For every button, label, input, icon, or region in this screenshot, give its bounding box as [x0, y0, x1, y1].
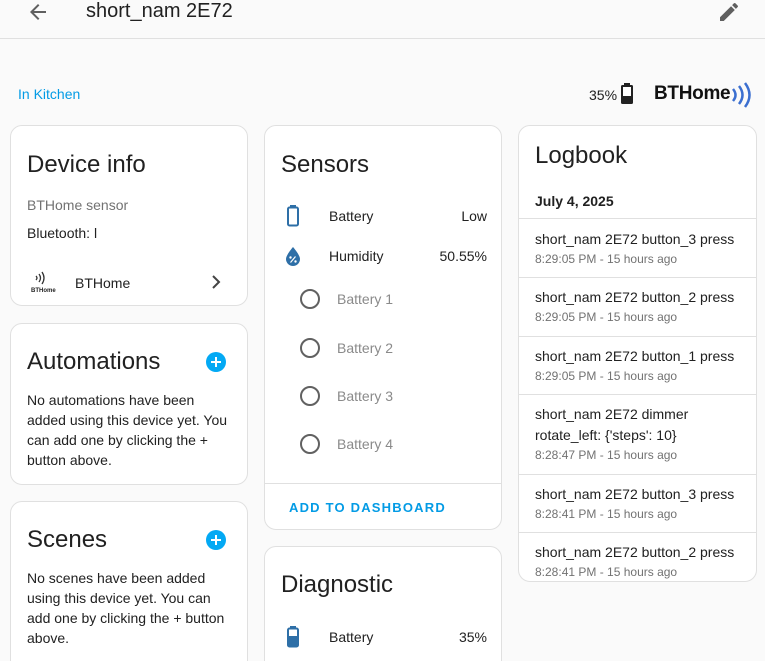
page-title: short_nam 2E72 — [86, 0, 233, 22]
log-entry[interactable]: short_nam 2E72 button_2 press 8:29:05 PM… — [519, 277, 756, 336]
card-title: Sensors — [281, 151, 370, 178]
sensor-row-battery[interactable]: Battery Low — [265, 202, 501, 230]
diagnostic-row-battery[interactable]: Battery 35% — [265, 623, 501, 651]
option-label: Battery 4 — [337, 436, 394, 452]
logbook-date: July 4, 2025 — [535, 193, 614, 209]
log-entry[interactable]: short_nam 2E72 button_2 press 8:28:41 PM… — [519, 532, 756, 581]
battery-option-3[interactable]: Battery 3 — [265, 383, 501, 409]
sensor-value: Low — [461, 208, 487, 224]
device-connection: Bluetooth: l — [27, 225, 98, 241]
brand-logo: BTHome — [654, 83, 731, 104]
battery-icon — [621, 83, 633, 104]
radio-button[interactable] — [300, 386, 320, 406]
svg-text:BTHome: BTHome — [31, 288, 56, 294]
back-button[interactable] — [26, 0, 50, 24]
logbook-card: Logbook July 4, 2025 short_nam 2E72 butt… — [518, 125, 757, 582]
log-entry[interactable]: short_nam 2E72 button_3 press 8:28:41 PM… — [519, 474, 756, 532]
log-time: 8:29:05 PM - 15 hours ago — [535, 252, 678, 266]
log-entry[interactable]: short_nam 2E72 dimmer rotate_left: {'ste… — [519, 394, 756, 474]
option-label: Battery 2 — [337, 340, 394, 356]
log-message: short_nam 2E72 button_2 press — [535, 544, 735, 560]
log-time: 8:28:41 PM - 15 hours ago — [535, 565, 678, 579]
sensors-card: Sensors Battery Low Humidity 50.55% Batt… — [264, 125, 502, 530]
water-percent-icon — [286, 247, 300, 266]
edit-button[interactable] — [717, 0, 741, 24]
log-message: short_nam 2E72 button_1 press — [535, 348, 735, 364]
add-scene-button[interactable] — [206, 530, 226, 550]
battery-option-4[interactable]: Battery 4 — [265, 431, 501, 457]
radio-button[interactable] — [300, 434, 320, 454]
radio-button[interactable] — [300, 338, 320, 358]
bluetooth-waves-icon — [731, 82, 751, 108]
card-title: Diagnostic — [281, 571, 394, 598]
scenes-card: Scenes No scenes have been added using t… — [10, 501, 248, 661]
integration-row[interactable]: BTHome BTHome — [11, 261, 247, 303]
sensor-row-humidity[interactable]: Humidity 50.55% — [265, 242, 501, 270]
arrow-left-icon — [30, 4, 46, 20]
add-to-dashboard-button[interactable]: ADD TO DASHBOARD — [289, 500, 446, 515]
bthome-logo-icon: BTHome — [31, 271, 56, 294]
add-automation-button[interactable] — [206, 352, 226, 372]
sensor-value: 35% — [458, 629, 487, 645]
log-time: 8:28:41 PM - 15 hours ago — [535, 507, 678, 521]
card-title: Device info — [27, 151, 146, 178]
battery-percent: 35% — [589, 87, 618, 103]
sensor-label: Humidity — [329, 248, 384, 264]
sensor-label: Battery — [329, 208, 374, 224]
automations-card: Automations No automations have been add… — [10, 323, 248, 485]
battery-outline-icon — [287, 205, 299, 227]
log-message: short_nam 2E72 button_3 press — [535, 486, 735, 502]
card-title: Logbook — [535, 142, 628, 169]
diagnostic-card: Diagnostic Battery 35% — [264, 546, 502, 661]
card-title: Scenes — [27, 526, 108, 553]
area-link[interactable]: In Kitchen — [18, 86, 80, 102]
log-entry[interactable]: short_nam 2E72 button_3 press 8:29:05 PM… — [519, 218, 756, 277]
log-time: 8:29:05 PM - 15 hours ago — [535, 369, 678, 383]
automations-empty-text: No automations have been added using thi… — [27, 392, 228, 468]
device-model: BTHome sensor — [27, 197, 129, 213]
log-message: short_nam 2E72 button_2 press — [535, 289, 735, 305]
battery-option-2[interactable]: Battery 2 — [265, 335, 501, 361]
log-time: 8:29:05 PM - 15 hours ago — [535, 310, 678, 324]
option-label: Battery 3 — [337, 388, 394, 404]
chevron-right-icon — [212, 275, 221, 289]
sensor-label: Battery — [329, 629, 374, 645]
pencil-icon — [720, 2, 739, 22]
sensor-value: 50.55% — [439, 248, 487, 264]
card-divider — [265, 483, 501, 484]
radio-button[interactable] — [300, 289, 320, 309]
device-info-card: Device info BTHome sensor Bluetooth: l B… — [10, 125, 248, 306]
log-message: short_nam 2E72 dimmer rotate_left: {'ste… — [535, 406, 689, 443]
option-label: Battery 1 — [337, 291, 394, 307]
log-message: short_nam 2E72 button_3 press — [535, 231, 735, 247]
card-title: Automations — [27, 348, 161, 375]
integration-label: BTHome — [75, 275, 131, 291]
log-time: 8:28:47 PM - 15 hours ago — [535, 448, 678, 462]
top-app-bar: short_nam 2E72 — [0, 0, 765, 39]
scenes-empty-text: No scenes have been added using this dev… — [27, 570, 225, 646]
log-entry[interactable]: short_nam 2E72 button_1 press 8:29:05 PM… — [519, 336, 756, 394]
battery-low-icon — [287, 626, 299, 648]
battery-option-1[interactable]: Battery 1 — [265, 286, 501, 312]
